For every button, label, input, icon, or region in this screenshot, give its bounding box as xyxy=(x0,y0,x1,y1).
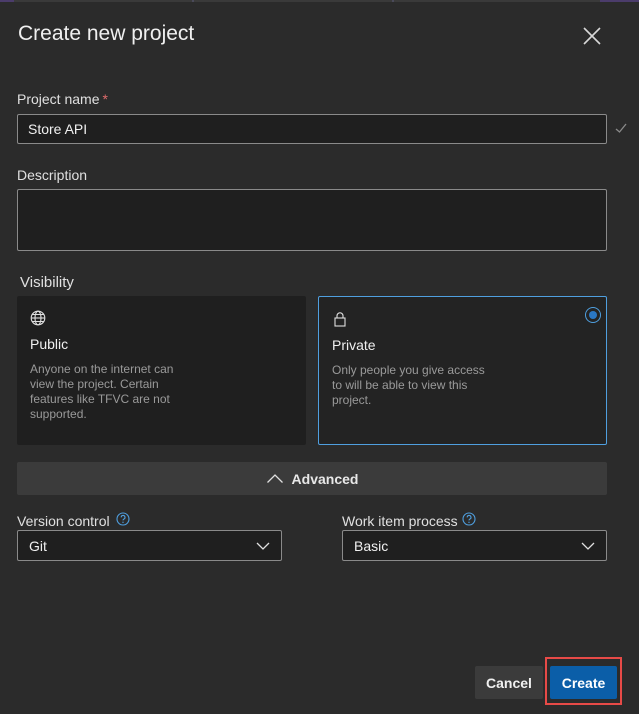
chevron-down-icon xyxy=(581,542,595,550)
create-button[interactable]: Create xyxy=(550,666,617,699)
project-name-label-text: Project name xyxy=(17,91,100,107)
cancel-button[interactable]: Cancel xyxy=(475,666,543,699)
work-item-process-value: Basic xyxy=(354,537,389,554)
visibility-option-public[interactable]: Public Anyone on the internet can view t… xyxy=(17,296,306,445)
lock-icon xyxy=(334,312,346,327)
checkmark-icon xyxy=(615,123,627,133)
version-control-label: Version control xyxy=(17,513,110,529)
chevron-down-icon xyxy=(256,542,270,550)
public-title: Public xyxy=(30,336,69,352)
work-item-process-label: Work item process xyxy=(342,513,458,529)
project-name-value: Store API xyxy=(28,121,88,137)
project-name-input[interactable]: Store API xyxy=(17,114,607,144)
globe-icon xyxy=(30,310,46,326)
visibility-option-private[interactable]: Private Only people you give access to w… xyxy=(318,296,607,445)
work-item-process-select[interactable]: Basic xyxy=(342,530,607,561)
private-description: Only people you give access to will be a… xyxy=(332,363,485,407)
visibility-label: Visibility xyxy=(20,274,74,291)
description-input[interactable] xyxy=(17,189,607,251)
description-label: Description xyxy=(17,167,88,183)
required-marker: * xyxy=(102,91,108,107)
advanced-label: Advanced xyxy=(291,470,359,487)
advanced-toggle[interactable]: Advanced xyxy=(17,462,607,495)
top-border xyxy=(0,0,639,2)
help-icon[interactable] xyxy=(116,512,130,526)
private-title: Private xyxy=(332,337,376,353)
version-control-select[interactable]: Git xyxy=(17,530,282,561)
close-icon xyxy=(583,27,601,45)
help-icon[interactable] xyxy=(462,512,476,526)
close-button[interactable] xyxy=(578,22,606,50)
version-control-value: Git xyxy=(29,537,47,554)
chevron-up-icon xyxy=(266,474,283,483)
radio-selected-dot xyxy=(589,311,597,319)
public-description: Anyone on the internet can view the proj… xyxy=(30,362,174,421)
dialog-title: Create new project xyxy=(18,22,195,45)
private-radio[interactable] xyxy=(585,307,601,323)
project-name-label: Project name * xyxy=(17,91,108,107)
